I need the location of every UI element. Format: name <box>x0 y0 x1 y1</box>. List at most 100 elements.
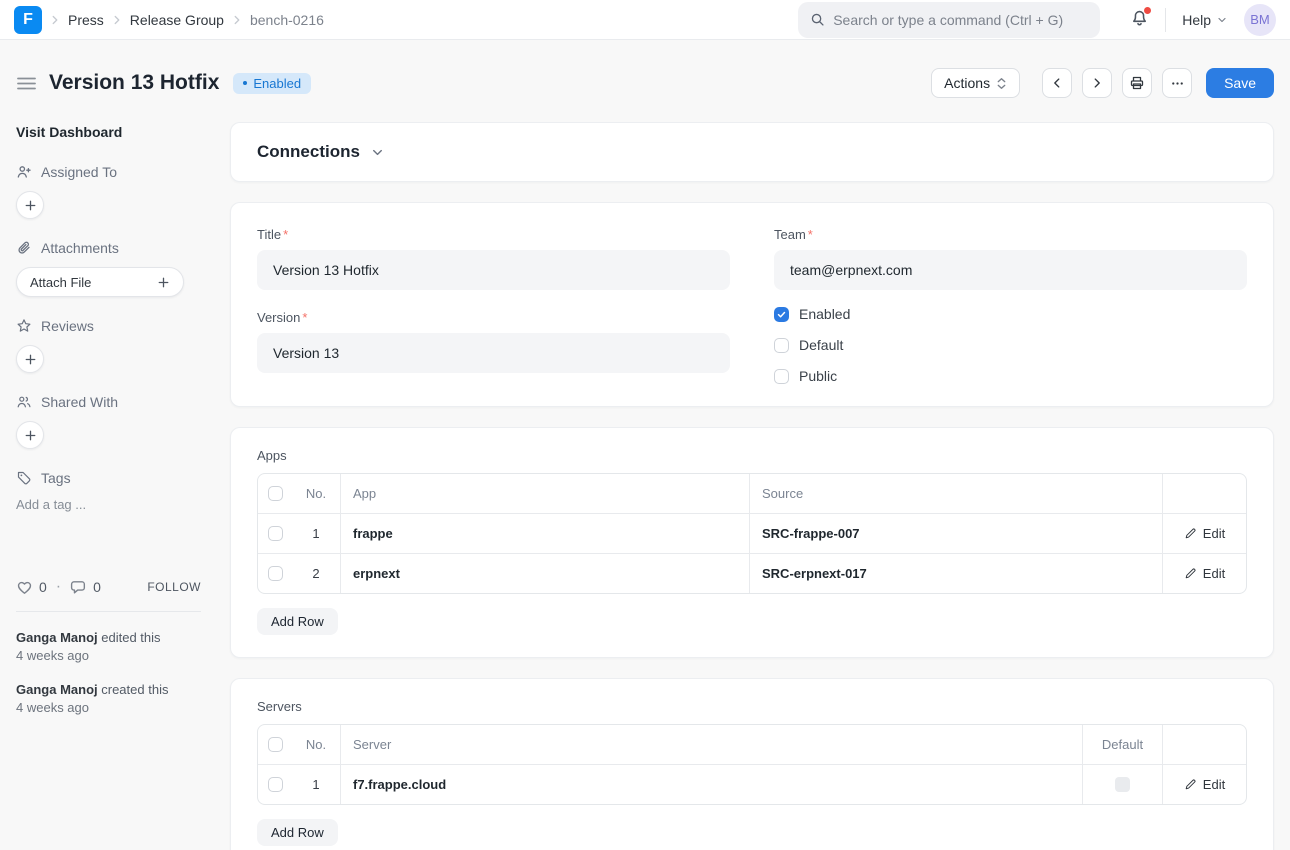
add-tag-input[interactable]: Add a tag ... <box>16 497 216 512</box>
select-all-checkbox[interactable] <box>268 486 283 501</box>
notifications-button[interactable] <box>1130 8 1149 32</box>
table-row: 1 frappe SRC-frappe-007 Edit <box>258 513 1246 553</box>
attach-file-button[interactable]: Attach File <box>16 267 184 297</box>
edit-row-button[interactable]: Edit <box>1184 526 1225 541</box>
row-checkbox[interactable] <box>268 526 283 541</box>
add-row-button[interactable]: Add Row <box>257 608 338 635</box>
column-header-server: Server <box>353 737 391 752</box>
default-cell-checkbox[interactable] <box>1115 777 1130 792</box>
column-header-default: Default <box>1102 737 1143 752</box>
activity-user: Ganga Manoj <box>16 682 98 697</box>
version-field: Version* <box>257 310 730 373</box>
print-button[interactable] <box>1122 68 1152 98</box>
activity-time: 4 weeks ago <box>16 648 89 663</box>
column-header-app: App <box>353 486 376 501</box>
tags-label: Tags <box>41 470 71 486</box>
plus-icon <box>24 353 37 366</box>
reviews-section: Reviews <box>16 318 216 373</box>
server-name-cell[interactable]: f7.frappe.cloud <box>353 777 446 792</box>
connections-section[interactable]: Connections <box>230 122 1274 182</box>
notification-dot <box>1144 7 1151 14</box>
dot-separator: · <box>56 578 61 596</box>
source-cell[interactable]: SRC-frappe-007 <box>762 526 860 541</box>
pencil-icon <box>1184 778 1197 791</box>
chevron-down-icon <box>1216 14 1228 26</box>
tag-icon <box>16 470 32 486</box>
row-checkbox[interactable] <box>268 777 283 792</box>
help-label: Help <box>1182 12 1211 28</box>
page-header: Version 13 Hotfix Enabled Actions <box>16 40 1274 122</box>
ellipsis-icon <box>1170 76 1185 91</box>
team-input[interactable] <box>774 250 1247 290</box>
pencil-icon <box>1184 527 1197 540</box>
add-share-button[interactable] <box>16 421 44 449</box>
add-review-button[interactable] <box>16 345 44 373</box>
public-checkbox[interactable]: Public <box>774 368 1247 384</box>
status-badge: Enabled <box>233 73 311 94</box>
visit-dashboard-link[interactable]: Visit Dashboard <box>16 124 216 140</box>
more-button[interactable] <box>1162 68 1192 98</box>
select-all-checkbox[interactable] <box>268 737 283 752</box>
paperclip-icon <box>16 240 32 256</box>
chevron-left-icon <box>1050 76 1064 90</box>
add-assignment-button[interactable] <box>16 191 44 219</box>
chevron-right-icon <box>48 13 62 27</box>
pencil-icon <box>1184 567 1197 580</box>
app-name-cell[interactable]: frappe <box>353 526 393 541</box>
app-name-cell[interactable]: erpnext <box>353 566 400 581</box>
breadcrumb-release-group[interactable]: Release Group <box>130 12 224 28</box>
heart-icon[interactable] <box>16 579 33 596</box>
apps-table: No. App Source 1 frappe SRC-frappe-007 <box>257 473 1247 594</box>
activity-entry: Ganga Manoj edited this 4 weeks ago <box>16 629 201 665</box>
menu-icon[interactable] <box>16 75 37 92</box>
default-checkbox-label: Default <box>799 337 843 353</box>
title-field: Title* <box>257 227 730 290</box>
assigned-to-section: Assigned To <box>16 164 216 219</box>
checkbox-unchecked-icon <box>774 369 789 384</box>
default-checkbox[interactable]: Default <box>774 337 1247 353</box>
source-cell[interactable]: SRC-erpnext-017 <box>762 566 867 581</box>
title-label: Title* <box>257 227 730 242</box>
help-menu[interactable]: Help <box>1182 12 1228 28</box>
table-row: 2 erpnext SRC-erpnext-017 Edit <box>258 553 1246 593</box>
user-plus-icon <box>16 164 32 180</box>
required-asterisk: * <box>283 227 288 242</box>
search-input[interactable] <box>833 12 1088 28</box>
row-number: 1 <box>312 526 319 541</box>
attachments-label: Attachments <box>41 240 119 256</box>
table-row: 1 f7.frappe.cloud Edit <box>258 764 1246 804</box>
actions-button[interactable]: Actions <box>931 68 1020 98</box>
servers-table-header: No. Server Default <box>258 725 1246 764</box>
title-input[interactable] <box>257 250 730 290</box>
follow-button[interactable]: FOLLOW <box>147 580 201 594</box>
sidebar-divider <box>16 611 201 612</box>
top-navbar: F Press Release Group bench-0216 Help BM <box>0 0 1290 40</box>
shared-with-label: Shared With <box>41 394 118 410</box>
next-button[interactable] <box>1082 68 1112 98</box>
team-field: Team* <box>774 227 1247 290</box>
enabled-checkbox[interactable]: Enabled <box>774 306 1247 322</box>
activity-action: edited this <box>101 630 160 645</box>
version-input[interactable] <box>257 333 730 373</box>
breadcrumb-press[interactable]: Press <box>68 12 104 28</box>
edit-row-button[interactable]: Edit <box>1184 777 1225 792</box>
servers-table-label: Servers <box>257 699 1247 714</box>
activity-entry: Ganga Manoj created this 4 weeks ago <box>16 681 201 717</box>
add-row-button[interactable]: Add Row <box>257 819 338 846</box>
details-form: Title* Version* Team* <box>230 202 1274 407</box>
apps-table-label: Apps <box>257 448 1247 463</box>
assigned-to-label: Assigned To <box>41 164 117 180</box>
save-button[interactable]: Save <box>1206 68 1274 98</box>
page-title: Version 13 Hotfix <box>49 71 219 95</box>
global-search[interactable] <box>798 2 1100 38</box>
edit-row-button[interactable]: Edit <box>1184 566 1225 581</box>
row-checkbox[interactable] <box>268 566 283 581</box>
activity-user: Ganga Manoj <box>16 630 98 645</box>
servers-table: No. Server Default 1 f7.frappe.cloud <box>257 724 1247 805</box>
required-asterisk: * <box>808 227 813 242</box>
user-avatar[interactable]: BM <box>1244 4 1276 36</box>
frappe-logo-icon[interactable]: F <box>14 6 42 34</box>
search-icon <box>810 12 825 27</box>
comment-icon[interactable] <box>70 579 87 596</box>
prev-button[interactable] <box>1042 68 1072 98</box>
